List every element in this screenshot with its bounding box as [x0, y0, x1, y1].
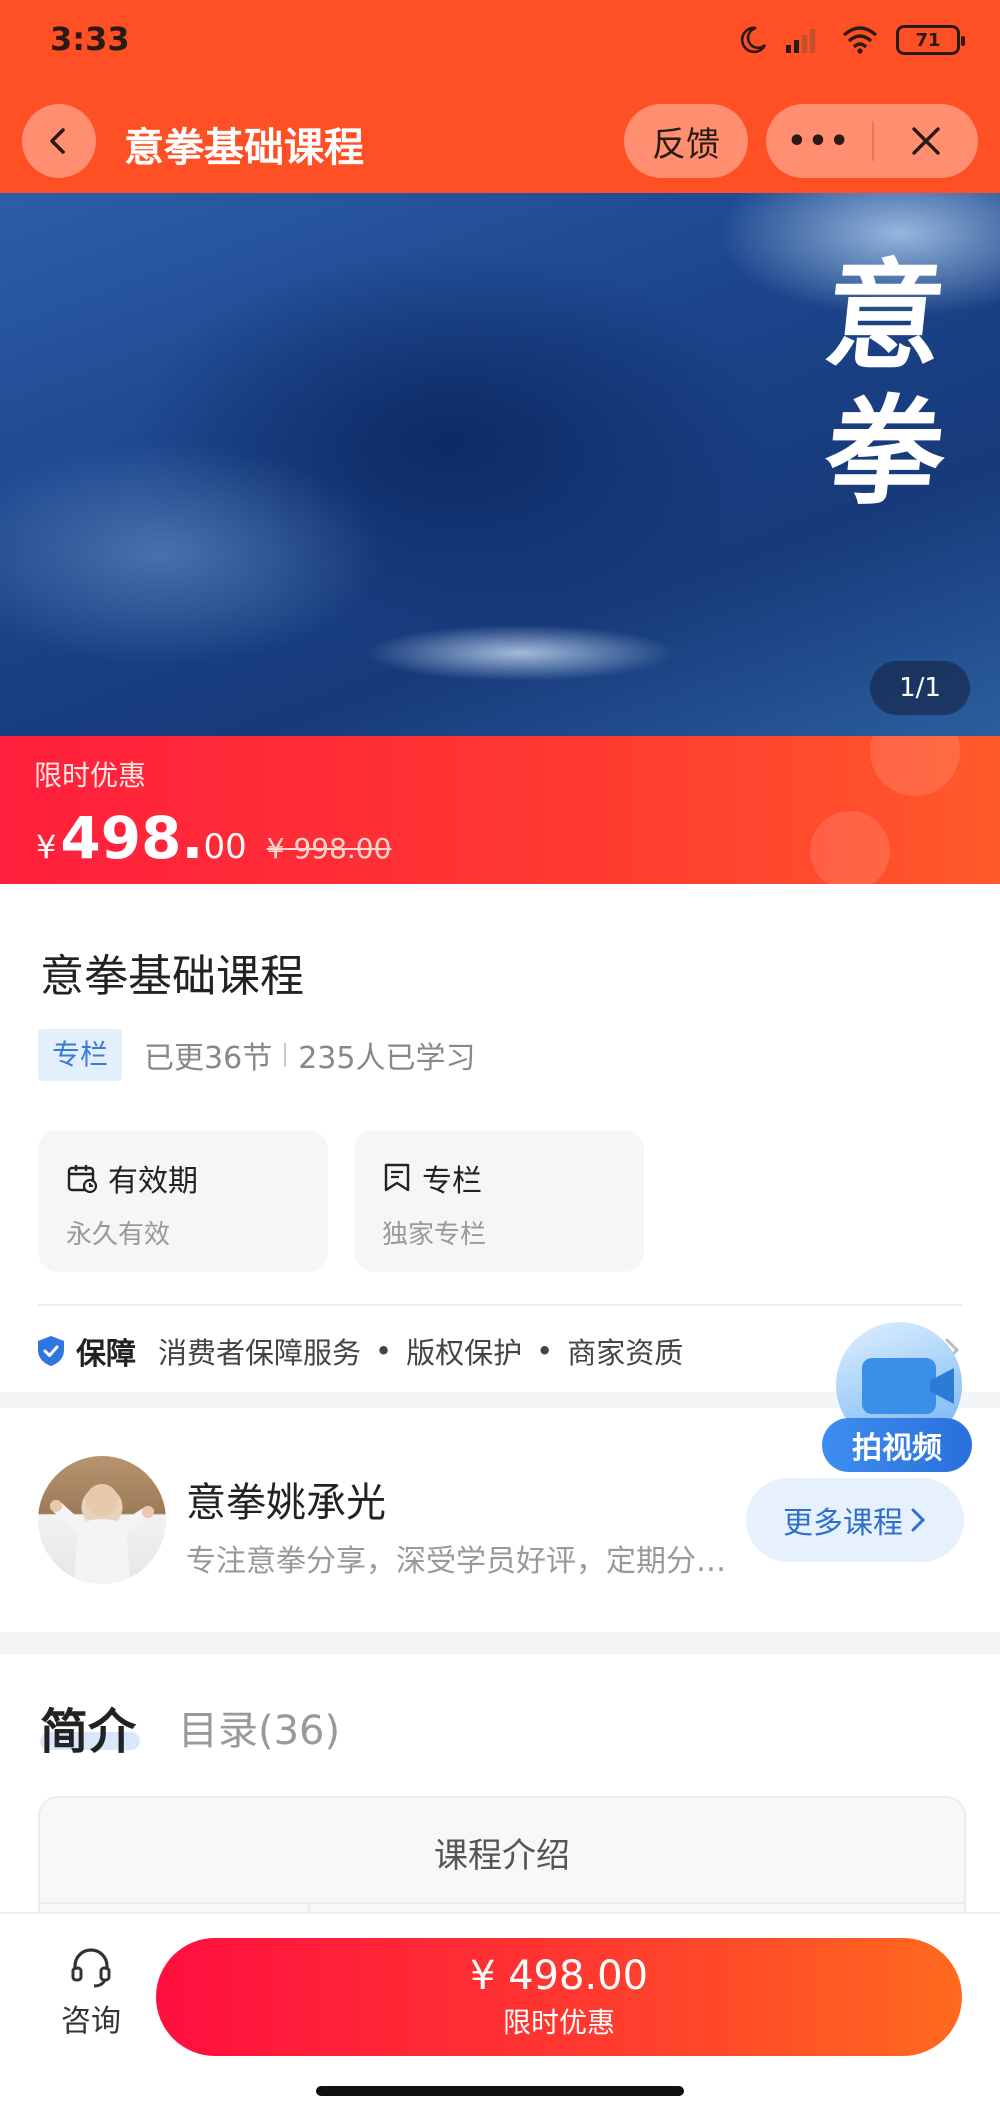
page-title: 意拳基础课程	[124, 125, 364, 171]
original-price: ¥ 998.00	[266, 832, 392, 865]
shield-check-icon	[38, 1336, 64, 1366]
meta-divider	[284, 1043, 287, 1067]
column-card: 专栏 独家专栏	[354, 1130, 644, 1272]
status-time: 3:33	[50, 20, 130, 58]
intro-table-title: 课程介绍	[434, 1836, 570, 1876]
chevron-right-icon	[911, 1508, 926, 1532]
price-currency: ¥	[36, 828, 57, 866]
status-icons: 71	[738, 20, 965, 60]
shoot-video-widget[interactable]: 拍视频	[822, 1318, 972, 1478]
validity-value: 永久有效	[66, 1220, 171, 1250]
banner-pager: 1/1	[870, 661, 970, 715]
author-avatar[interactable]	[38, 1456, 166, 1584]
course-meta: 专栏 已更36节 235人已学习	[38, 1028, 475, 1082]
bookmark-icon	[384, 1163, 410, 1192]
home-indicator[interactable]	[316, 2086, 684, 2096]
calendar-icon	[67, 1165, 98, 1194]
guarantee-separator: •	[536, 1334, 554, 1368]
buy-price: ¥ 498.00	[469, 1953, 649, 1999]
buy-button[interactable]: ¥ 498.00 限时优惠	[156, 1938, 962, 2056]
updated-count: 已更36节	[144, 1041, 273, 1076]
validity-card: 有效期 永久有效	[38, 1130, 328, 1272]
more-button[interactable]: •••	[766, 104, 872, 178]
guarantee-item: 版权保护	[406, 1336, 523, 1370]
column-title: 专栏	[422, 1164, 482, 1199]
price-decimal: 00	[203, 827, 247, 867]
avatar-figure	[50, 1484, 154, 1584]
more-icon: •••	[787, 123, 851, 159]
calligraphy-char-1: 意	[818, 246, 952, 385]
table-divider	[40, 1902, 964, 1904]
back-button[interactable]	[22, 104, 96, 178]
price-row: ¥ 498. 00 ¥ 998.00	[36, 804, 391, 872]
decor-bubble	[810, 811, 890, 884]
author-name[interactable]: 意拳姚承光	[186, 1470, 386, 1528]
price-integer: 498.	[60, 804, 204, 872]
info-cards: 有效期 永久有效 专栏 独家专栏	[38, 1130, 644, 1272]
course-banner[interactable]: 意 拳 1/1	[0, 193, 1000, 736]
guarantee-item: 消费者保障服务	[158, 1336, 362, 1370]
moon-icon	[740, 26, 767, 54]
tab-catalog[interactable]: 目录(36)	[178, 1698, 340, 1756]
tab-intro[interactable]: 简介	[40, 1692, 136, 1762]
battery-icon: 71	[896, 25, 965, 55]
camera-icon	[862, 1358, 936, 1414]
price-bar: 限时优惠 ¥ 498. 00 ¥ 998.00	[0, 736, 1000, 884]
guarantee-separator: •	[375, 1334, 393, 1368]
validity-title: 有效期	[108, 1164, 198, 1199]
consult-button[interactable]: 咨询	[52, 1944, 130, 2040]
bottom-action-bar: 咨询 ¥ 498.00 限时优惠	[0, 1912, 1000, 2111]
divider	[38, 1304, 962, 1306]
status-bar: 3:33 71	[0, 0, 1000, 82]
more-courses-label: 更多课程	[783, 1506, 903, 1541]
learner-count: 235人已学习	[298, 1041, 476, 1076]
author-description: 专注意拳分享，深受学员好评，定期分…	[186, 1544, 726, 1579]
section-gap	[0, 1632, 1000, 1654]
calligraphy-char-2: 拳	[818, 381, 952, 521]
guarantee-title: 保障	[76, 1337, 136, 1372]
nav-header: 意拳基础课程 反馈 •••	[0, 100, 1000, 180]
close-button[interactable]	[874, 104, 978, 178]
guarantee-item: 商家资质	[567, 1336, 684, 1370]
wifi-icon	[842, 26, 878, 54]
headset-icon	[71, 1948, 111, 1988]
back-icon	[50, 128, 65, 154]
guarantee-row[interactable]: 保障 消费者保障服务 • 版权保护 • 商家资质	[36, 1326, 960, 1376]
signal-icon	[786, 29, 815, 53]
feedback-button[interactable]: 反馈	[624, 104, 748, 178]
top-bar: 3:33 71 意拳基础课程 反馈 •••	[0, 0, 1000, 193]
decor-bubble	[870, 736, 960, 796]
column-tag: 专栏	[38, 1029, 123, 1081]
consult-label: 咨询	[61, 2004, 121, 2039]
column-value: 独家专栏	[382, 1220, 487, 1250]
course-title: 意拳基础课程	[40, 951, 304, 1002]
promo-label: 限时优惠	[34, 759, 147, 792]
buy-label: 限时优惠	[502, 2006, 615, 2039]
close-icon	[912, 127, 940, 155]
more-courses-button[interactable]: 更多课程	[746, 1478, 964, 1562]
mini-program-capsule: •••	[766, 104, 978, 178]
shoot-video-label: 拍视频	[822, 1418, 972, 1472]
battery-level: 71	[915, 29, 941, 51]
banner-calligraphy: 意 拳	[818, 246, 952, 521]
